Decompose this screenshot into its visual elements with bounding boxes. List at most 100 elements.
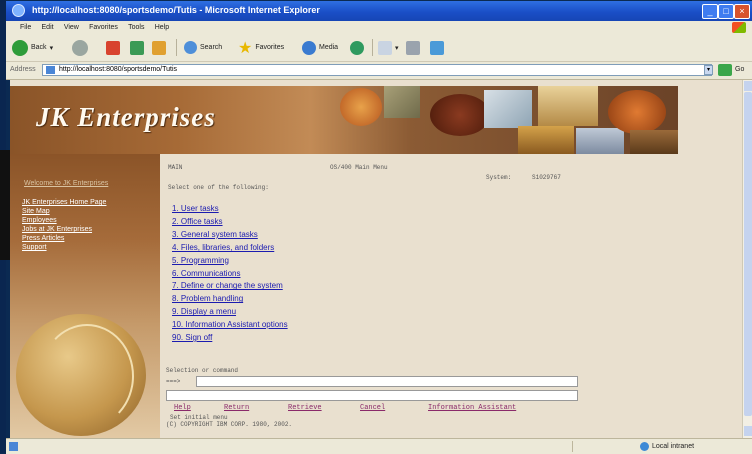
sidebar-link-jobs[interactable]: Jobs at JK Enterprises (22, 225, 106, 234)
menu-file[interactable]: File (20, 21, 31, 34)
search-button[interactable]: Search (184, 38, 222, 57)
home-button[interactable] (152, 38, 166, 57)
messenger-icon (430, 40, 444, 55)
media-icon (302, 40, 316, 55)
sidebar-link-home[interactable]: JK Enterprises Home Page (22, 198, 106, 207)
zone-label: Local intranet (652, 443, 695, 450)
menu-option-information-assistant[interactable]: 10. Information Assistant options (172, 319, 288, 332)
title-bar: http://localhost:8080/sportsdemo/Tutis -… (6, 1, 752, 21)
maximize-button[interactable]: □ (718, 4, 734, 19)
page-content: JK Enterprises Welcome to JK Enterprises… (10, 80, 742, 438)
command-input-continuation[interactable] (166, 390, 578, 401)
chevron-down-icon: ▾ (395, 44, 399, 52)
status-pane (572, 441, 627, 452)
window-title: http://localhost:8080/sportsdemo/Tutis -… (32, 5, 320, 15)
baseball-image (340, 88, 382, 126)
go-arrow-icon[interactable] (718, 64, 732, 76)
history-icon (350, 40, 364, 55)
page-done-icon (9, 442, 18, 451)
menu-option-problem-handling[interactable]: 8. Problem handling (172, 293, 288, 306)
favorites-button[interactable]: ★ Favorites (238, 38, 284, 57)
menu-option-office-tasks[interactable]: 2. Office tasks (172, 216, 288, 229)
menu-help[interactable]: Help (155, 21, 169, 34)
refresh-button[interactable] (130, 38, 144, 57)
scroll-down-arrow[interactable] (744, 426, 752, 436)
toolbar-separator (372, 39, 373, 56)
ie-icon (12, 4, 25, 17)
photo-tile (384, 86, 420, 118)
print-icon (406, 40, 420, 55)
go-button[interactable]: Go (735, 66, 744, 73)
column-image (538, 86, 598, 126)
menu-option-define-change-system[interactable]: 7. Define or change the system (172, 280, 288, 293)
tennis-ball-seam (40, 324, 134, 428)
f9-retrieve-link[interactable]: Retrieve (288, 404, 322, 412)
forward-arrow-icon (72, 39, 88, 56)
close-button[interactable]: × (734, 4, 750, 19)
vertical-scrollbar[interactable] (742, 80, 752, 438)
search-icon (184, 41, 197, 54)
scroll-thumb[interactable] (744, 92, 752, 416)
f3-return-link[interactable]: Return (224, 404, 249, 412)
star-icon: ★ (238, 39, 253, 57)
menu-bar: File Edit View Favorites Tools Help (6, 21, 752, 35)
photo-tile (630, 130, 678, 154)
menu-title: OS/400 Main Menu (330, 164, 388, 171)
favorites-label: Favorites (255, 44, 285, 51)
menu-option-user-tasks[interactable]: 1. User tasks (172, 203, 288, 216)
sidebar-link-press[interactable]: Press Articles (22, 234, 106, 243)
print-button[interactable] (406, 38, 420, 57)
menu-option-communications[interactable]: 6. Communications (172, 268, 288, 281)
sidebar-link-employees[interactable]: Employees (22, 216, 106, 225)
menu-view[interactable]: View (64, 21, 79, 34)
minimize-button[interactable]: _ (702, 4, 718, 19)
search-label: Search (200, 44, 223, 51)
media-button[interactable]: Media (302, 38, 338, 57)
company-logo: JK Enterprises (36, 102, 216, 132)
globe-icon (640, 442, 649, 451)
selection-label: Selection or command (166, 367, 239, 374)
address-dropdown-button[interactable]: ▾ (704, 65, 713, 75)
forward-button[interactable] (72, 38, 88, 57)
toolbar: Back ▾ Search ★ Favorites Media ▾ (6, 34, 752, 62)
address-input[interactable]: http://localhost:8080/sportsdemo/Tutis (42, 64, 712, 76)
photo-tile (576, 128, 624, 154)
stop-button[interactable] (106, 38, 120, 57)
home-icon (152, 40, 166, 55)
menu-edit[interactable]: Edit (42, 21, 54, 34)
basketball-image (608, 90, 666, 134)
address-bar: Address http://localhost:8080/sportsdemo… (6, 62, 752, 80)
menu-option-sign-off[interactable]: 90. Sign off (172, 332, 288, 345)
sidebar-link-site-map[interactable]: Site Map (22, 207, 106, 216)
history-button[interactable] (350, 38, 364, 57)
scroll-up-arrow[interactable] (744, 81, 752, 91)
f1-help-link[interactable]: Help (174, 404, 191, 412)
mail-button[interactable]: ▾ (378, 38, 399, 57)
back-button[interactable]: Back ▾ (12, 38, 53, 57)
main-menu-options: 1. User tasks 2. Office tasks 3. General… (172, 203, 288, 345)
menu-favorites[interactable]: Favorites (89, 21, 118, 34)
desktop-window-behind (0, 150, 10, 260)
sidebar-link-support[interactable]: Support (22, 243, 106, 252)
toolbar-separator (176, 39, 177, 56)
stop-icon (106, 40, 120, 55)
menu-option-display-menu[interactable]: 9. Display a menu (172, 306, 288, 319)
command-prompt: ===> (166, 378, 181, 385)
sidebar: Welcome to JK Enterprises JK Enterprises… (10, 154, 160, 438)
f12-cancel-link[interactable]: Cancel (360, 404, 385, 412)
command-input[interactable] (196, 376, 578, 387)
back-label: Back (31, 44, 47, 51)
menu-option-files-libraries-folders[interactable]: 4. Files, libraries, and folders (172, 242, 288, 255)
f23-set-initial-menu-link[interactable]: Set initial menu (170, 414, 228, 421)
system-label: System: (486, 174, 512, 181)
menu-option-general-system-tasks[interactable]: 3. General system tasks (172, 229, 288, 242)
football-image (430, 94, 490, 136)
f13-information-assistant-link[interactable]: Information Assistant (428, 404, 516, 412)
menu-tools[interactable]: Tools (128, 21, 144, 34)
menu-option-programming[interactable]: 5. Programming (172, 255, 288, 268)
address-url: http://localhost:8080/sportsdemo/Tutis (59, 66, 178, 73)
refresh-icon (130, 40, 144, 55)
messenger-button[interactable] (430, 38, 444, 57)
windows-logo-icon (732, 22, 746, 33)
chevron-down-icon: ▾ (49, 44, 54, 52)
